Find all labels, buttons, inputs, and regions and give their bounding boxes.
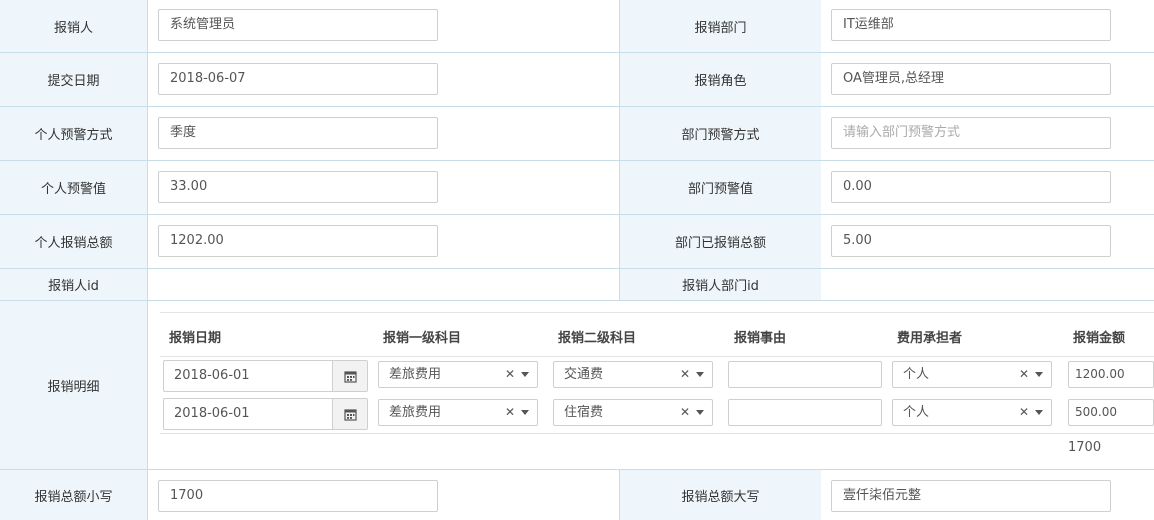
clear-icon[interactable]: ✕ (1019, 362, 1029, 387)
reporter-id-value (148, 269, 619, 300)
personal-alert-mode-field[interactable]: 季度 (158, 117, 438, 149)
label-dept-total: 部门已报销总额 (619, 215, 822, 268)
detail-bearer-select[interactable]: 个人 ✕ (892, 361, 1052, 388)
form-row-personal-alert-mode: 个人预警方式 季度 部门预警方式 请输入部门预警方式 (0, 107, 1154, 161)
label-details: 报销明细 (0, 301, 148, 469)
col-amount: 报销金额 (1073, 331, 1126, 346)
label-personal-alert-value: 个人预警值 (0, 161, 148, 214)
form-row-reporter: 报销人 系统管理员 报销部门 IT运维部 (0, 0, 1154, 53)
col-cat1: 报销一级科目 (383, 331, 462, 346)
label-reporter-dept: 报销部门 (619, 0, 822, 52)
clear-icon[interactable]: ✕ (680, 400, 690, 425)
reporter-role-field[interactable]: OA管理员,总经理 (831, 63, 1111, 95)
form-row-reporter-id: 报销人id 报销人部门id (0, 269, 1154, 301)
detail-cat1-select[interactable]: 差旅费用 ✕ (378, 399, 538, 426)
detail-bearer-select[interactable]: 个人 ✕ (892, 399, 1052, 426)
reporter-dept-field[interactable]: IT运维部 (831, 9, 1111, 41)
chevron-down-icon[interactable] (696, 372, 704, 377)
label-total-upper: 报销总额大写 (619, 470, 822, 520)
clear-icon[interactable]: ✕ (505, 400, 515, 425)
col-cat2: 报销二级科目 (558, 331, 637, 346)
label-total-lower: 报销总额小写 (0, 470, 148, 520)
form-row-details: 报销明细 报销日期 报销一级科目 报销二级科目 报销事由 费用承担者 报销金额 … (0, 301, 1154, 470)
personal-total-field[interactable]: 1202.00 (158, 225, 438, 257)
total-lower-field[interactable]: 1700 (158, 480, 438, 512)
detail-amount-input[interactable]: 1200.00 (1068, 361, 1154, 388)
reporter-field[interactable]: 系统管理员 (158, 9, 438, 41)
detail-amount-sum: 1700 (1068, 440, 1102, 455)
col-reason: 报销事由 (734, 331, 787, 346)
label-reporter-role: 报销角色 (619, 53, 822, 106)
total-upper-field[interactable]: 壹仟柒佰元整 (831, 480, 1111, 512)
calendar-icon[interactable] (332, 361, 367, 391)
label-dept-alert-mode: 部门预警方式 (619, 107, 822, 160)
form-row-personal-total: 个人报销总额 1202.00 部门已报销总额 5.00 (0, 215, 1154, 269)
chevron-down-icon[interactable] (1035, 372, 1043, 377)
detail-cat1-select[interactable]: 差旅费用 ✕ (378, 361, 538, 388)
dept-alert-mode-field[interactable]: 请输入部门预警方式 (831, 117, 1111, 149)
detail-date-input[interactable]: 2018-06-01 (163, 398, 368, 430)
label-personal-total: 个人报销总额 (0, 215, 148, 268)
label-dept-alert-value: 部门预警值 (619, 161, 822, 214)
chevron-down-icon[interactable] (521, 410, 529, 415)
clear-icon[interactable]: ✕ (1019, 400, 1029, 425)
chevron-down-icon[interactable] (1035, 410, 1043, 415)
col-date: 报销日期 (169, 331, 222, 346)
label-personal-alert-mode: 个人预警方式 (0, 107, 148, 160)
chevron-down-icon[interactable] (521, 372, 529, 377)
details-table: 报销日期 报销一级科目 报销二级科目 报销事由 费用承担者 报销金额 2018-… (148, 301, 1154, 469)
personal-alert-value-field[interactable]: 33.00 (158, 171, 438, 203)
detail-amount-input[interactable]: 500.00 (1068, 399, 1154, 426)
detail-reason-input[interactable] (728, 361, 882, 388)
calendar-icon[interactable] (332, 399, 367, 429)
detail-cat2-select[interactable]: 交通费 ✕ (553, 361, 713, 388)
label-submit-date: 提交日期 (0, 53, 148, 106)
reporter-dept-id-value (821, 269, 1154, 300)
clear-icon[interactable]: ✕ (505, 362, 515, 387)
clear-icon[interactable]: ✕ (680, 362, 690, 387)
detail-reason-input[interactable] (728, 399, 882, 426)
form-row-submit-date: 提交日期 2018-06-07 报销角色 OA管理员,总经理 (0, 53, 1154, 107)
dept-total-field[interactable]: 5.00 (831, 225, 1111, 257)
dept-alert-value-field[interactable]: 0.00 (831, 171, 1111, 203)
label-reporter-id: 报销人id (0, 269, 148, 300)
label-reporter-dept-id: 报销人部门id (619, 269, 822, 300)
label-reporter: 报销人 (0, 0, 148, 52)
form-row-personal-alert-value: 个人预警值 33.00 部门预警值 0.00 (0, 161, 1154, 215)
form-row-totals: 报销总额小写 1700 报销总额大写 壹仟柒佰元整 (0, 470, 1154, 520)
submit-date-field[interactable]: 2018-06-07 (158, 63, 438, 95)
col-bearer: 费用承担者 (897, 331, 963, 346)
detail-cat2-select[interactable]: 住宿费 ✕ (553, 399, 713, 426)
chevron-down-icon[interactable] (696, 410, 704, 415)
detail-date-input[interactable]: 2018-06-01 (163, 360, 368, 392)
